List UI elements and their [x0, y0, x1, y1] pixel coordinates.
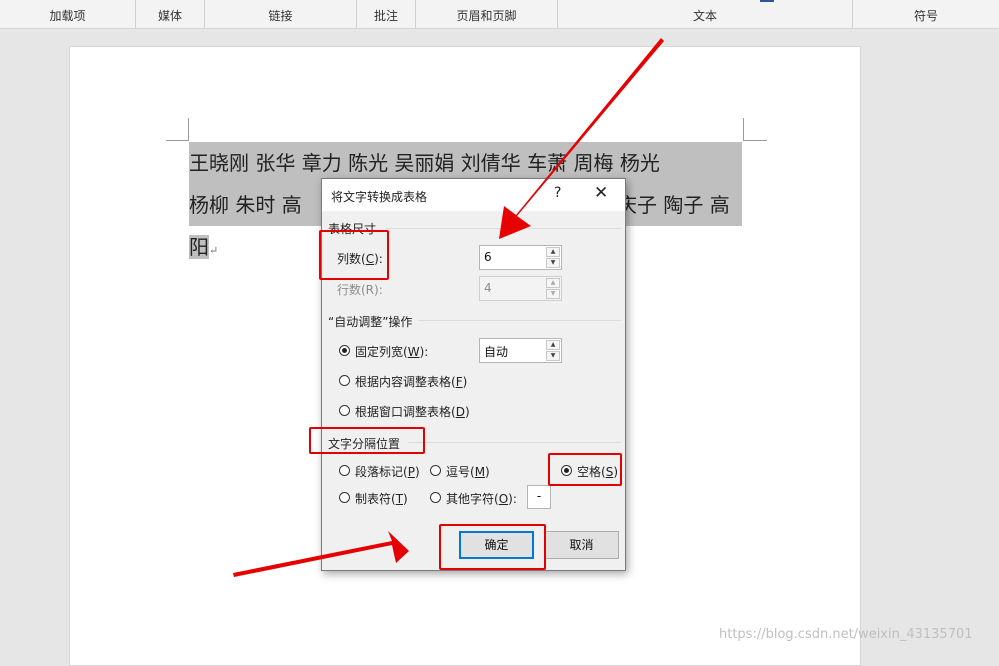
spinner-buttons[interactable]: ▲ ▼ [546, 340, 560, 361]
annotation-box-space [548, 453, 622, 486]
ribbon-group-addins[interactable]: 加载项 [0, 0, 136, 28]
ribbon-group-header-footer[interactable]: 页眉和页脚 [416, 0, 558, 28]
margin-corner-mark [743, 118, 744, 140]
ribbon-group-label: 页眉和页脚 [456, 9, 517, 23]
section-divider [418, 320, 621, 321]
paragraph-mark-icon: ↵ [209, 244, 219, 257]
sep-paragraph-radio[interactable] [339, 465, 350, 476]
dialog-titlebar[interactable]: 将文字转换成表格 ? ✕ [322, 179, 625, 211]
sep-tab-radio[interactable] [339, 492, 350, 503]
margin-corner-mark [188, 118, 189, 140]
fixed-width-value: 自动 [484, 345, 509, 359]
help-icon[interactable]: ? [554, 185, 561, 201]
autofit-content-radio[interactable] [339, 375, 350, 386]
dialog-title: 将文字转换成表格 [331, 190, 428, 204]
spin-up-icon[interactable]: ▲ [546, 340, 560, 350]
document-text-segment: 杨柳 朱时 高 [189, 193, 302, 217]
section-divider [386, 228, 621, 229]
document-text-segment: 阳 [189, 235, 209, 259]
margin-corner-mark [166, 140, 189, 141]
autofit-window-label[interactable]: 根据窗口调整表格(D) [355, 403, 470, 420]
spin-down-icon: ▼ [546, 289, 560, 299]
sep-other-label[interactable]: 其他字符(O): [446, 490, 517, 507]
fixed-width-radio[interactable] [339, 345, 350, 356]
annotation-box-ok [439, 524, 546, 570]
document-text-line[interactable]: 阳↵ [189, 226, 218, 268]
sep-comma-label[interactable]: 逗号(M) [446, 463, 490, 480]
spin-up-icon[interactable]: ▲ [546, 247, 560, 257]
ribbon-group-links[interactable]: 链接 [205, 0, 357, 28]
ribbon-group-label: 批注 [373, 9, 398, 23]
section-autofit: “自动调整”操作 [328, 315, 413, 329]
columns-value: 6 [484, 250, 492, 264]
document-text-segment: 庆子 陶子 高 [617, 193, 730, 217]
rows-spinner: 4 ▲ ▼ [479, 276, 562, 301]
annotation-box-separator [309, 427, 425, 454]
autofit-window-radio[interactable] [339, 405, 350, 416]
ribbon-group-label: 文本 [692, 9, 717, 23]
spin-up-icon: ▲ [546, 278, 560, 288]
fixed-width-label[interactable]: 固定列宽(W): [355, 343, 428, 360]
ribbon-group-text[interactable]: 文本 [558, 0, 853, 28]
spin-down-icon[interactable]: ▼ [546, 351, 560, 361]
margin-corner-mark [743, 140, 767, 141]
sep-paragraph-label[interactable]: 段落标记(P) [355, 463, 420, 480]
close-icon[interactable]: ✕ [594, 183, 608, 203]
ribbon-group-symbols[interactable]: 符号 [853, 0, 999, 28]
ribbon-group-label: 符号 [913, 9, 938, 23]
autofit-content-label[interactable]: 根据内容调整表格(F) [355, 373, 467, 390]
spin-down-icon[interactable]: ▼ [546, 258, 560, 268]
rows-value: 4 [484, 281, 492, 295]
sep-tab-label[interactable]: 制表符(T) [355, 490, 408, 507]
spinner-buttons: ▲ ▼ [546, 278, 560, 299]
ribbon-group-label: 媒体 [157, 9, 182, 23]
sep-other-radio[interactable] [430, 492, 441, 503]
fixed-width-spinner[interactable]: 自动 ▲ ▼ [479, 338, 562, 363]
spinner-buttons[interactable]: ▲ ▼ [546, 247, 560, 268]
cancel-button[interactable]: 取消 [544, 531, 619, 559]
watermark: https://blog.csdn.net/weixin_43135701 [719, 627, 973, 642]
ribbon-group-label: 链接 [268, 9, 293, 23]
sep-other-input[interactable]: - [527, 485, 551, 509]
annotation-box-columns [319, 230, 389, 280]
ribbon-accent-mark [760, 0, 774, 2]
section-divider [408, 442, 621, 443]
columns-spinner[interactable]: 6 ▲ ▼ [479, 245, 562, 270]
ribbon-group-label: 加载项 [49, 9, 86, 23]
ribbon-bar: 加载项 媒体 链接 批注 页眉和页脚 文本 符号 [0, 0, 999, 29]
ribbon-group-comments[interactable]: 批注 [357, 0, 416, 28]
rows-label: 行数(R): [337, 283, 383, 297]
sep-comma-radio[interactable] [430, 465, 441, 476]
ribbon-group-media[interactable]: 媒体 [136, 0, 205, 28]
